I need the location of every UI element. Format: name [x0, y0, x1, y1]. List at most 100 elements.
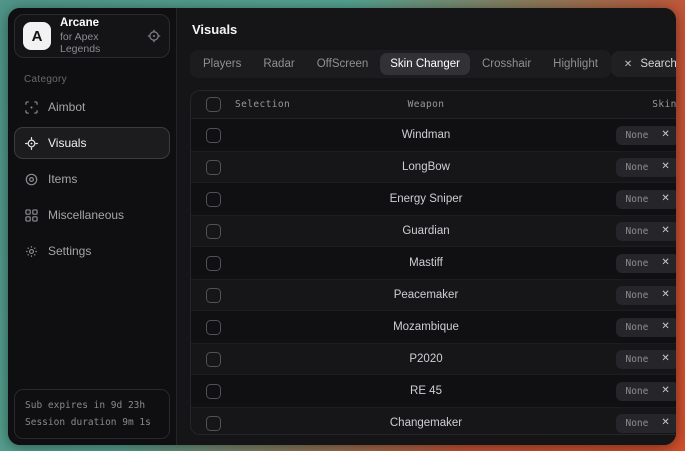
weapon-name: Mozambique	[341, 321, 511, 333]
target-icon[interactable]	[147, 29, 161, 43]
skin-value: None	[625, 130, 648, 141]
column-header-selection: Selection	[235, 99, 341, 110]
skin-select-chip[interactable]: None ✕	[616, 350, 676, 369]
header-checkbox-cell	[191, 97, 235, 112]
skin-select-chip[interactable]: None ✕	[616, 382, 676, 401]
clear-skin-icon[interactable]: ✕	[661, 386, 669, 396]
clear-skin-icon[interactable]: ✕	[661, 226, 669, 236]
skin-chip-cell: None ✕	[567, 350, 676, 369]
row-checkbox-cell	[191, 192, 235, 207]
weapon-name: Changemaker	[341, 417, 511, 429]
row-checkbox-cell	[191, 288, 235, 303]
clear-skin-icon[interactable]: ✕	[661, 258, 669, 268]
sidebar-item-visuals[interactable]: Visuals	[14, 127, 170, 159]
table-row: LongBow None ✕	[191, 151, 676, 183]
clear-skin-icon[interactable]: ✕	[661, 162, 669, 172]
search-icon: ✕	[624, 59, 632, 70]
app-logo-letter: A	[32, 28, 43, 45]
gear-icon	[25, 245, 38, 258]
app-window: A Arcane for Apex Legends Category Aimbo…	[8, 8, 676, 445]
sidebar-item-miscellaneous[interactable]: Miscellaneous	[14, 199, 170, 231]
table-row: Energy Sniper None ✕	[191, 183, 676, 215]
eye-icon	[25, 137, 38, 150]
search-button-label: Search	[640, 58, 676, 70]
category-nav: Aimbot Visuals Items Miscellaneous Setti…	[14, 89, 170, 269]
skin-select-chip[interactable]: None ✕	[616, 286, 676, 305]
clear-skin-icon[interactable]: ✕	[661, 130, 669, 140]
skin-chip-cell: None ✕	[567, 286, 676, 305]
clear-skin-icon[interactable]: ✕	[661, 290, 669, 300]
skin-chip-cell: None ✕	[567, 382, 676, 401]
skin-select-chip[interactable]: None ✕	[616, 158, 676, 177]
clear-skin-icon[interactable]: ✕	[661, 354, 669, 364]
tab-crosshair[interactable]: Crosshair	[472, 53, 541, 75]
app-subtitle: for Apex Legends	[60, 31, 138, 55]
skin-value: None	[625, 258, 648, 269]
weapon-name: RE 45	[341, 385, 511, 397]
sidebar-item-label: Miscellaneous	[48, 208, 124, 222]
tab-players[interactable]: Players	[193, 53, 251, 75]
skin-value: None	[625, 386, 648, 397]
row-checkbox[interactable]	[206, 128, 221, 143]
weapon-name: Energy Sniper	[341, 193, 511, 205]
subscription-info-card: Sub expires in 9d 23h Session duration 9…	[14, 389, 170, 439]
table-row: Guardian None ✕	[191, 215, 676, 247]
table-body: Windman None ✕ LongBow None ✕ Energy Sni…	[191, 119, 676, 435]
page-title: Visuals	[192, 22, 676, 37]
scan-icon	[25, 101, 38, 114]
row-checkbox-cell	[191, 224, 235, 239]
sidebar-item-items[interactable]: Items	[14, 163, 170, 195]
weapon-name: Mastiff	[341, 257, 511, 269]
skin-chip-cell: None ✕	[567, 126, 676, 145]
row-checkbox[interactable]	[206, 384, 221, 399]
tab-offscreen[interactable]: OffScreen	[307, 53, 379, 75]
clear-skin-icon[interactable]: ✕	[661, 194, 669, 204]
main-panel: Visuals PlayersRadarOffScreenSkin Change…	[177, 8, 676, 445]
skin-value: None	[625, 290, 648, 301]
app-meta: Arcane for Apex Legends	[60, 17, 138, 55]
select-all-checkbox[interactable]	[206, 97, 221, 112]
skin-chip-cell: None ✕	[567, 222, 676, 241]
row-checkbox[interactable]	[206, 416, 221, 431]
row-checkbox[interactable]	[206, 192, 221, 207]
search-button[interactable]: ✕ Search	[611, 51, 676, 77]
weapon-skin-table: Selection Weapon Skin Windman None ✕ Lon…	[190, 90, 676, 435]
skin-select-chip[interactable]: None ✕	[616, 414, 676, 433]
skin-select-chip[interactable]: None ✕	[616, 126, 676, 145]
grid-icon	[25, 209, 38, 222]
table-row: Mastiff None ✕	[191, 247, 676, 279]
clear-skin-icon[interactable]: ✕	[661, 418, 669, 428]
app-name: Arcane	[60, 17, 138, 29]
row-checkbox-cell	[191, 352, 235, 367]
sidebar-item-label: Visuals	[48, 136, 86, 150]
row-checkbox[interactable]	[206, 352, 221, 367]
row-checkbox[interactable]	[206, 160, 221, 175]
table-row: Changemaker None ✕	[191, 407, 676, 435]
table-row: Windman None ✕	[191, 119, 676, 151]
skin-select-chip[interactable]: None ✕	[616, 254, 676, 273]
row-checkbox-cell	[191, 256, 235, 271]
skin-select-chip[interactable]: None ✕	[616, 318, 676, 337]
skin-chip-cell: None ✕	[567, 254, 676, 273]
row-checkbox-cell	[191, 416, 235, 431]
tab-skin-changer[interactable]: Skin Changer	[380, 53, 470, 75]
tab-radar[interactable]: Radar	[253, 53, 304, 75]
skin-value: None	[625, 354, 648, 365]
skin-select-chip[interactable]: None ✕	[616, 222, 676, 241]
sidebar-item-label: Items	[48, 172, 77, 186]
sidebar-item-aimbot[interactable]: Aimbot	[14, 91, 170, 123]
column-header-weapon: Weapon	[341, 99, 511, 110]
skin-chip-cell: None ✕	[567, 414, 676, 433]
column-header-skin: Skin	[567, 99, 676, 110]
weapon-name: P2020	[341, 353, 511, 365]
weapon-name: Guardian	[341, 225, 511, 237]
clear-skin-icon[interactable]: ✕	[661, 322, 669, 332]
skin-select-chip[interactable]: None ✕	[616, 190, 676, 209]
row-checkbox[interactable]	[206, 256, 221, 271]
row-checkbox[interactable]	[206, 224, 221, 239]
sidebar-item-settings[interactable]: Settings	[14, 235, 170, 267]
row-checkbox[interactable]	[206, 288, 221, 303]
skin-chip-cell: None ✕	[567, 158, 676, 177]
tab-highlight[interactable]: Highlight	[543, 53, 608, 75]
row-checkbox[interactable]	[206, 320, 221, 335]
